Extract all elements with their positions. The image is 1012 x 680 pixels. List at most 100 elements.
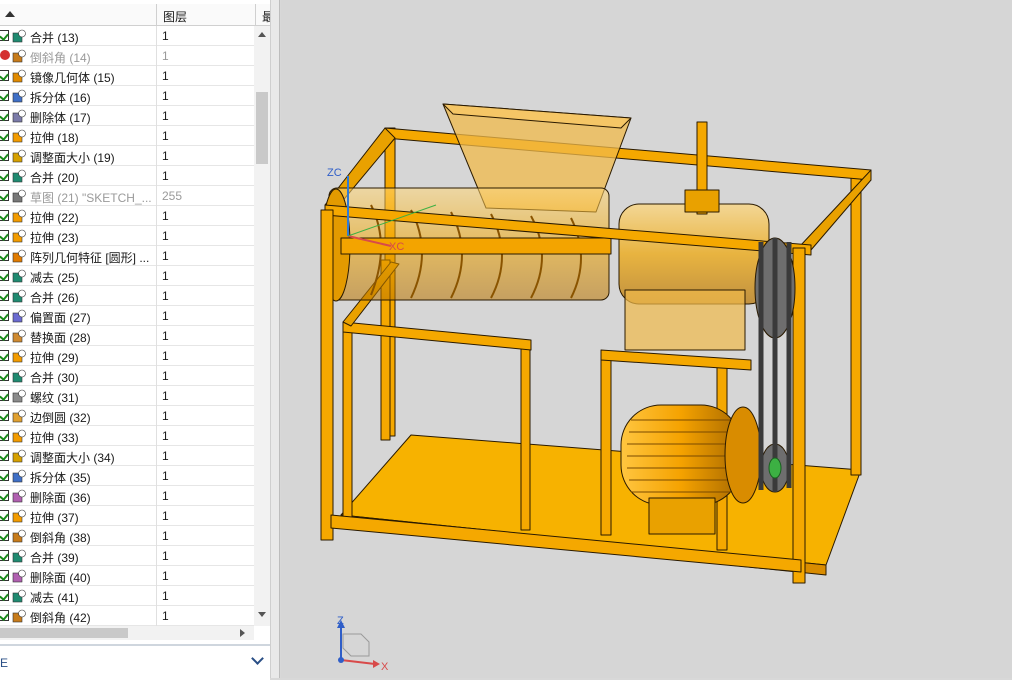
visibility-checkbox[interactable]	[0, 190, 9, 201]
feature-row[interactable]: 删除面 (36) 1	[0, 486, 254, 506]
feature-row[interactable]: 拉伸 (18) 1	[0, 126, 254, 146]
feature-row[interactable]: 减去 (25) 1	[0, 266, 254, 286]
scroll-up-icon[interactable]	[258, 32, 266, 37]
feature-label: 草图 (21) "SKETCH_...	[30, 191, 152, 205]
feature-row[interactable]: 拆分体 (35) 1	[0, 466, 254, 486]
feature-row[interactable]: 螺纹 (31) 1	[0, 386, 254, 406]
column-divider	[156, 586, 157, 606]
feature-row[interactable]: 镜像几何体 (15) 1	[0, 66, 254, 86]
visibility-checkbox[interactable]	[0, 570, 9, 581]
feature-row[interactable]: 替换面 (28) 1	[0, 326, 254, 346]
feature-row[interactable]: 拉伸 (29) 1	[0, 346, 254, 366]
error-icon[interactable]	[0, 50, 10, 60]
feature-row[interactable]: 合并 (20) 1	[0, 166, 254, 186]
visibility-checkbox[interactable]	[0, 530, 9, 541]
feature-layer: 1	[162, 89, 169, 103]
scroll-thumb[interactable]	[256, 92, 268, 164]
details-panel-bar[interactable]: E	[0, 644, 270, 680]
feature-layer: 1	[162, 429, 169, 443]
feature-row[interactable]: 合并 (13) 1	[0, 26, 254, 46]
visibility-checkbox[interactable]	[0, 210, 9, 221]
visibility-checkbox[interactable]	[0, 430, 9, 441]
visibility-checkbox[interactable]	[0, 170, 9, 181]
lower-pulley-hub	[768, 457, 782, 479]
visibility-checkbox[interactable]	[0, 610, 9, 621]
feature-row[interactable]: 拉伸 (23) 1	[0, 226, 254, 246]
visibility-checkbox[interactable]	[0, 350, 9, 361]
visibility-checkbox[interactable]	[0, 470, 9, 481]
feature-layer: 1	[162, 589, 169, 603]
wcs-zc-label: ZC	[327, 167, 342, 179]
vertical-scrollbar[interactable]	[254, 26, 270, 626]
extrude-icon	[12, 429, 26, 443]
navigator-header: 图层 最	[0, 4, 274, 26]
feature-layer: 1	[162, 529, 169, 543]
feature-row[interactable]: 调整面大小 (34) 1	[0, 446, 254, 466]
visibility-checkbox[interactable]	[0, 330, 9, 341]
visibility-checkbox[interactable]	[0, 30, 9, 41]
extrude-icon	[12, 509, 26, 523]
horizontal-scrollbar[interactable]	[0, 626, 254, 640]
feature-row[interactable]: 倒斜角 (42) 1	[0, 606, 254, 626]
visibility-checkbox[interactable]	[0, 450, 9, 461]
visibility-checkbox[interactable]	[0, 290, 9, 301]
feature-row[interactable]: 合并 (30) 1	[0, 366, 254, 386]
feature-row[interactable]: 合并 (39) 1	[0, 546, 254, 566]
scroll-down-icon[interactable]	[258, 612, 266, 617]
chamfer-icon	[12, 529, 26, 543]
visibility-checkbox[interactable]	[0, 410, 9, 421]
feature-row[interactable]: 合并 (26) 1	[0, 286, 254, 306]
feature-row[interactable]: 拆分体 (16) 1	[0, 86, 254, 106]
machine-model[interactable]: ZC XC Z X	[281, 0, 1012, 678]
visibility-checkbox[interactable]	[0, 390, 9, 401]
visibility-checkbox[interactable]	[0, 310, 9, 321]
feature-layer: 1	[162, 349, 169, 363]
visibility-checkbox[interactable]	[0, 230, 9, 241]
graphics-viewport[interactable]: ZC XC Z X	[281, 0, 1012, 678]
name-column-header[interactable]	[0, 4, 157, 25]
column-divider	[156, 306, 157, 326]
hscroll-thumb[interactable]	[0, 628, 128, 638]
feature-row[interactable]: 拉伸 (37) 1	[0, 506, 254, 526]
feature-row[interactable]: 删除体 (17) 1	[0, 106, 254, 126]
feature-row[interactable]: 草图 (21) "SKETCH_... 255	[0, 186, 254, 206]
extrude-icon	[12, 229, 26, 243]
visibility-checkbox[interactable]	[0, 510, 9, 521]
visibility-checkbox[interactable]	[0, 90, 9, 101]
visibility-checkbox[interactable]	[0, 270, 9, 281]
visibility-checkbox[interactable]	[0, 370, 9, 381]
visibility-checkbox[interactable]	[0, 70, 9, 81]
unite-icon	[12, 369, 26, 383]
visibility-checkbox[interactable]	[0, 110, 9, 121]
visibility-checkbox[interactable]	[0, 130, 9, 141]
layer-column-header[interactable]: 图层	[157, 4, 256, 25]
visibility-checkbox[interactable]	[0, 250, 9, 261]
visibility-checkbox[interactable]	[0, 490, 9, 501]
resize-face-icon	[12, 449, 26, 463]
feature-row[interactable]: 阵列几何特征 [圆形] ... 1	[0, 246, 254, 266]
feature-label: 调整面大小 (34)	[30, 451, 115, 465]
feature-layer: 1	[162, 309, 169, 323]
feature-row[interactable]: 删除面 (40) 1	[0, 566, 254, 586]
feature-row[interactable]: 倒斜角 (38) 1	[0, 526, 254, 546]
scroll-right-icon[interactable]	[240, 629, 245, 637]
feature-row[interactable]: 减去 (41) 1	[0, 586, 254, 606]
chevron-down-icon[interactable]	[251, 652, 264, 665]
feature-label: 拆分体 (35)	[30, 471, 91, 485]
feature-label: 减去 (41)	[30, 591, 79, 605]
column-divider	[156, 226, 157, 246]
feature-row[interactable]: 拉伸 (22) 1	[0, 206, 254, 226]
visibility-checkbox[interactable]	[0, 550, 9, 561]
visibility-checkbox[interactable]	[0, 150, 9, 161]
subtract-icon	[12, 269, 26, 283]
panel-splitter[interactable]	[270, 0, 280, 678]
column-divider	[156, 286, 157, 306]
feature-row[interactable]: 边倒圆 (32) 1	[0, 406, 254, 426]
visibility-checkbox[interactable]	[0, 590, 9, 601]
feature-row[interactable]: 调整面大小 (19) 1	[0, 146, 254, 166]
feature-row[interactable]: 偏置面 (27) 1	[0, 306, 254, 326]
feature-row[interactable]: 倒斜角 (14) 1	[0, 46, 254, 66]
chamfer-icon	[12, 609, 26, 623]
feature-row[interactable]: 拉伸 (33) 1	[0, 426, 254, 446]
details-panel-label: E	[0, 656, 9, 670]
